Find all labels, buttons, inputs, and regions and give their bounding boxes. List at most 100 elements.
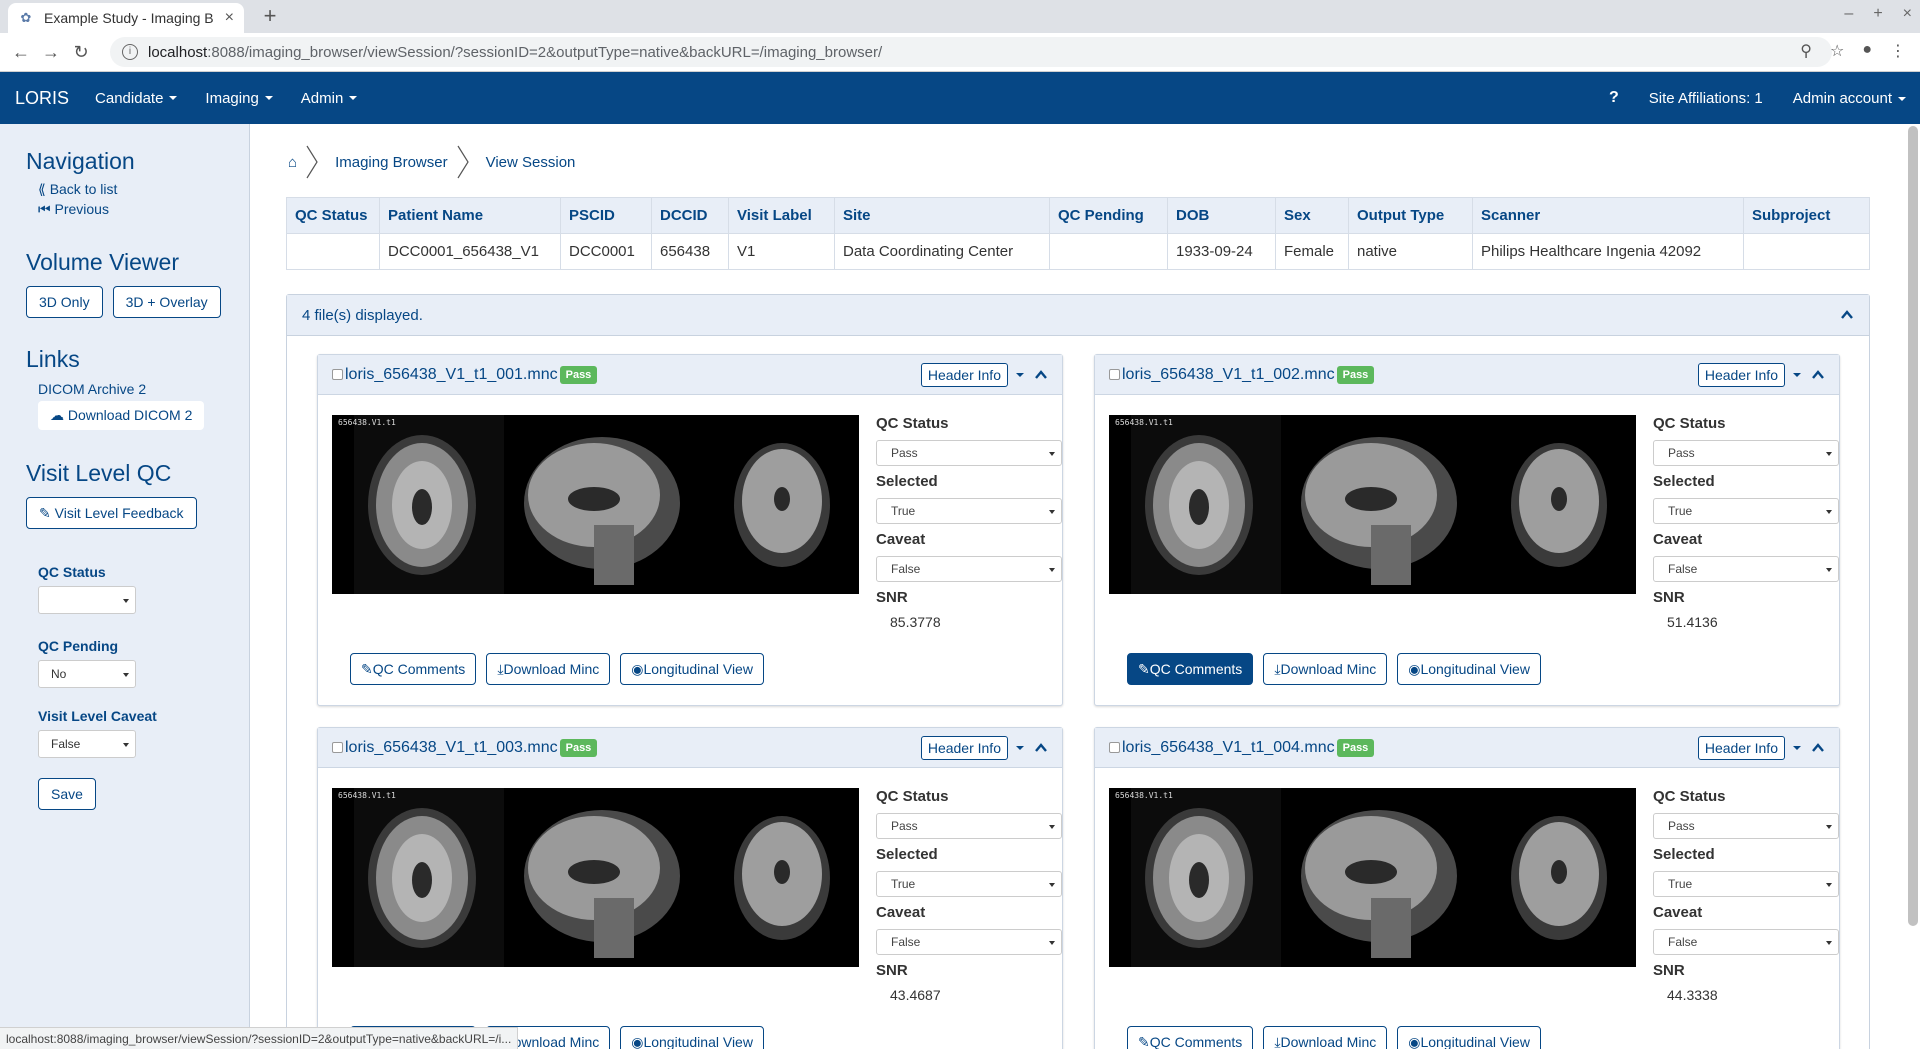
snr-label: SNR [1653, 962, 1685, 979]
qc-status-label: QC Status [38, 564, 106, 580]
qc-status-select[interactable]: Pass [1653, 440, 1839, 466]
download-minc-button[interactable]: ⤓Download Minc [1263, 653, 1388, 685]
breadcrumb-imaging-browser[interactable]: Imaging Browser [335, 154, 448, 171]
forward-arrow-icon[interactable]: → [36, 42, 66, 63]
download-dicom-button[interactable]: ☁ Download DICOM 2 [38, 401, 205, 430]
scan-thumbnail[interactable]: 656438.V1.t1 [1109, 415, 1636, 594]
cell-pscid: DCC0001 [560, 233, 652, 270]
qc-comments-button[interactable]: ✎QC Comments [350, 653, 477, 685]
selected-select[interactable]: True [1653, 498, 1839, 524]
longitudinal-view-button[interactable]: ◉Longitudinal View [620, 1026, 764, 1049]
longitudinal-view-button[interactable]: ◉Longitudinal View [1397, 653, 1541, 685]
table-header-row: QC Status Patient Name PSCID DCCID Visit… [286, 197, 1870, 234]
caveat-select[interactable]: False [1653, 556, 1839, 582]
3d-overlay-button[interactable]: 3D + Overlay [112, 286, 221, 318]
qc-comments-button[interactable]: ✎QC Comments [1127, 653, 1254, 685]
file-select-checkbox[interactable] [1109, 369, 1120, 380]
close-tab-icon[interactable]: × [225, 9, 234, 27]
browser-tab[interactable]: ✿ Example Study - Imaging B × [8, 3, 244, 33]
download-minc-button[interactable]: ⤓Download Minc [486, 653, 611, 685]
chevron-up-icon[interactable] [1840, 308, 1854, 322]
caret-down-icon[interactable] [1016, 366, 1024, 383]
home-icon[interactable]: ⌂ [288, 154, 297, 171]
header-info-button[interactable]: Header Info [920, 362, 1008, 387]
chevron-up-icon[interactable] [1811, 369, 1825, 381]
maximize-icon[interactable]: + [1873, 5, 1882, 23]
selected-label: Selected [1653, 473, 1715, 490]
minimize-icon[interactable]: – [1844, 5, 1853, 23]
new-tab-icon[interactable]: + [258, 3, 282, 29]
star-icon[interactable]: ☆ [1830, 41, 1844, 61]
caret-down-icon[interactable] [1016, 739, 1024, 756]
dicom-archive-link[interactable]: DICOM Archive 2 [38, 381, 204, 397]
page-scrollbar[interactable] [1908, 126, 1918, 926]
main-content: ⌂ Imaging Browser View Session QC Status… [251, 124, 1920, 1049]
files-panel-header[interactable]: 4 file(s) displayed. [287, 295, 1869, 336]
chevron-up-icon[interactable] [1034, 742, 1048, 754]
qc-pending-select[interactable]: No [38, 660, 136, 688]
file-select-checkbox[interactable] [1109, 742, 1120, 753]
visit-caveat-select[interactable]: False [38, 730, 136, 758]
caveat-select[interactable]: False [876, 929, 1062, 955]
selected-select[interactable]: True [876, 498, 1062, 524]
back-arrow-icon[interactable]: ← [6, 42, 36, 63]
qc-status-select[interactable]: Pass [876, 813, 1062, 839]
scan-thumbnail[interactable]: 656438.V1.t1 [332, 415, 859, 594]
cell-scanner: Philips Healthcare Ingenia 42092 [1472, 233, 1744, 270]
chevron-up-icon[interactable] [1034, 369, 1048, 381]
file-name[interactable]: loris_656438_V1_t1_003.mnc [345, 739, 558, 757]
brand-logo[interactable]: LORIS [15, 88, 69, 109]
file-select-checkbox[interactable] [332, 742, 343, 753]
browser-actions: ⚲ ☆ ● ⋮ [1800, 41, 1906, 61]
help-button[interactable]: ? [1609, 89, 1619, 107]
qc-comments-button[interactable]: ✎QC Comments [1127, 1026, 1254, 1049]
reload-icon[interactable]: ↻ [66, 42, 96, 63]
qc-status-select[interactable] [38, 586, 136, 614]
close-window-icon[interactable]: × [1903, 5, 1912, 23]
menu-dots-icon[interactable]: ⋮ [1890, 41, 1906, 61]
scan-thumbnail[interactable]: 656438.V1.t1 [332, 788, 859, 967]
menu-candidate[interactable]: Candidate [95, 90, 178, 107]
menu-admin[interactable]: Admin [301, 90, 358, 107]
qc-status-select[interactable]: Pass [876, 440, 1062, 466]
longitudinal-view-button[interactable]: ◉Longitudinal View [1397, 1026, 1541, 1049]
url-bar[interactable]: i localhost:8088/imaging_browser/viewSes… [110, 37, 1832, 67]
download-minc-button[interactable]: ⤓Download Minc [1263, 1026, 1388, 1049]
scan-thumbnail[interactable]: 656438.V1.t1 [1109, 788, 1636, 967]
profile-icon[interactable]: ● [1862, 41, 1872, 61]
file-name[interactable]: loris_656438_V1_t1_001.mnc [345, 366, 558, 384]
selected-label: Selected [876, 846, 938, 863]
header-qc-status: QC Status [286, 197, 380, 234]
header-info-button[interactable]: Header Info [1697, 735, 1785, 760]
caveat-label: Caveat [876, 531, 926, 548]
header-info-button[interactable]: Header Info [1697, 362, 1785, 387]
file-name[interactable]: loris_656438_V1_t1_002.mnc [1122, 366, 1335, 384]
app-navbar: LORIS Candidate Imaging Admin ? Site Aff… [0, 72, 1920, 124]
3d-only-button[interactable]: 3D Only [26, 286, 103, 318]
header-info-button[interactable]: Header Info [920, 735, 1008, 760]
qc-status-select[interactable]: Pass [1653, 813, 1839, 839]
chevron-up-icon[interactable] [1811, 742, 1825, 754]
menu-imaging[interactable]: Imaging [205, 90, 273, 107]
caveat-select[interactable]: False [876, 556, 1062, 582]
caret-down-icon[interactable] [1793, 366, 1801, 383]
key-icon[interactable]: ⚲ [1800, 41, 1812, 61]
header-output-type: Output Type [1348, 197, 1473, 234]
previous-link[interactable]: ⏮ Previous [38, 199, 135, 219]
save-button[interactable]: Save [38, 778, 96, 810]
account-menu[interactable]: Admin account [1793, 90, 1906, 107]
info-icon[interactable]: i [122, 44, 138, 60]
breadcrumb-view-session: View Session [485, 153, 576, 171]
back-to-list-link[interactable]: ⟪ Back to list [38, 179, 135, 199]
longitudinal-view-button[interactable]: ◉Longitudinal View [620, 653, 764, 685]
caret-down-icon[interactable] [1793, 739, 1801, 756]
file-name[interactable]: loris_656438_V1_t1_004.mnc [1122, 739, 1335, 757]
selected-select[interactable]: True [876, 871, 1062, 897]
selected-select[interactable]: True [1653, 871, 1839, 897]
visit-caveat-label: Visit Level Caveat [38, 708, 157, 724]
file-select-checkbox[interactable] [332, 369, 343, 380]
site-affiliations[interactable]: Site Affiliations: 1 [1649, 90, 1763, 107]
visit-level-feedback-button[interactable]: ✎ Visit Level Feedback [26, 497, 197, 529]
qc-status-label: QC Status [876, 415, 949, 432]
caveat-select[interactable]: False [1653, 929, 1839, 955]
